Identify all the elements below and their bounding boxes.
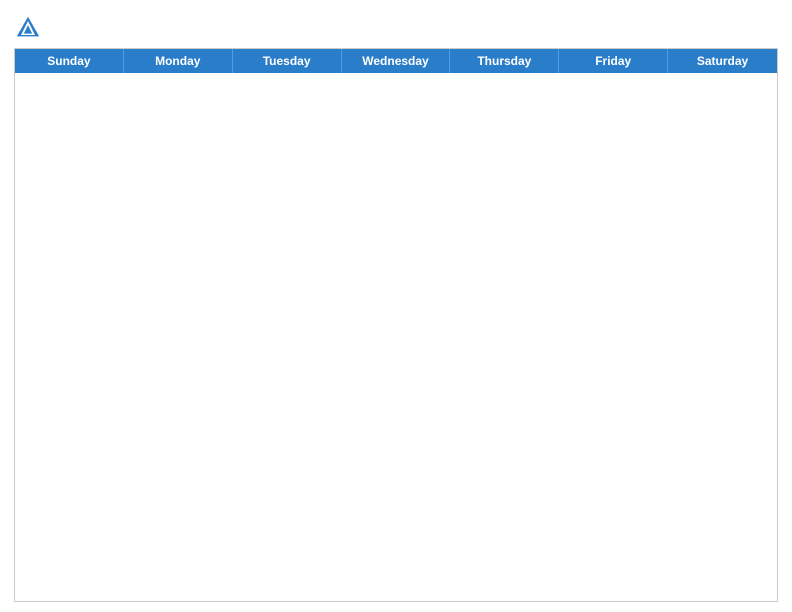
header-day-thursday: Thursday	[450, 49, 559, 73]
header-day-saturday: Saturday	[668, 49, 777, 73]
header-day-friday: Friday	[559, 49, 668, 73]
calendar-header: SundayMondayTuesdayWednesdayThursdayFrid…	[15, 49, 777, 73]
logo	[14, 14, 46, 42]
header-day-sunday: Sunday	[15, 49, 124, 73]
header-day-monday: Monday	[124, 49, 233, 73]
page: SundayMondayTuesdayWednesdayThursdayFrid…	[0, 0, 792, 612]
calendar-body	[15, 73, 777, 601]
calendar: SundayMondayTuesdayWednesdayThursdayFrid…	[14, 48, 778, 602]
header	[14, 10, 778, 42]
logo-icon	[14, 14, 42, 42]
header-day-wednesday: Wednesday	[342, 49, 451, 73]
header-day-tuesday: Tuesday	[233, 49, 342, 73]
